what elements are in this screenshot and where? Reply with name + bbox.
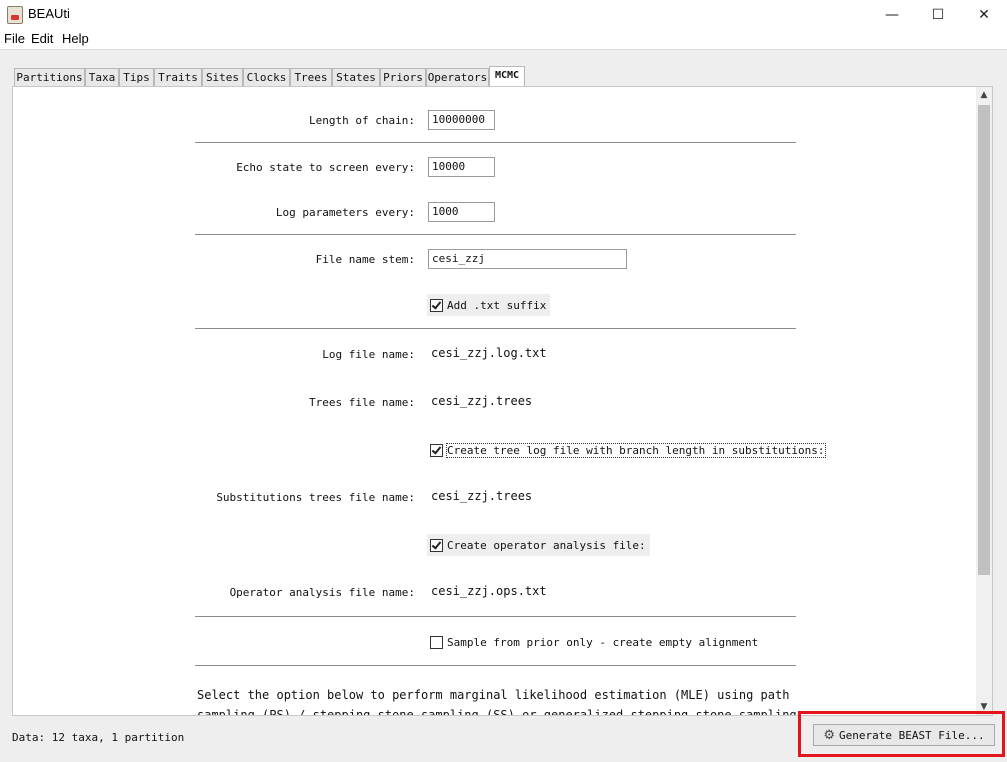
maximize-button[interactable]: ☐ bbox=[915, 0, 961, 30]
substitutions-trees-file-label: Substitutions trees file name: bbox=[216, 491, 415, 504]
echo-state-input[interactable]: 10000 bbox=[428, 157, 495, 177]
mcmc-panel: Length of chain: 10000000 Echo state to … bbox=[12, 86, 993, 716]
vertical-scrollbar[interactable]: ▲ ▼ bbox=[976, 87, 992, 715]
mle-description: Select the option below to perform margi… bbox=[197, 688, 797, 716]
add-txt-suffix-label: Add .txt suffix bbox=[447, 298, 547, 312]
substitutions-trees-file-value: cesi_zzj.trees bbox=[431, 489, 533, 503]
create-operator-analysis-checkbox[interactable]: Create operator analysis file: bbox=[427, 534, 650, 556]
tab-partitions[interactable]: Partitions bbox=[14, 68, 85, 86]
file-name-stem-input[interactable]: cesi_zzj bbox=[428, 249, 627, 269]
tab-clocks[interactable]: Clocks bbox=[243, 68, 290, 86]
add-txt-suffix-checkbox[interactable]: Add .txt suffix bbox=[427, 294, 551, 316]
trees-file-name-label: Trees file name: bbox=[309, 396, 415, 409]
tab-states[interactable]: States bbox=[332, 68, 380, 86]
tab-tips[interactable]: Tips bbox=[119, 68, 154, 86]
section-divider bbox=[195, 616, 796, 617]
tab-priors[interactable]: Priors bbox=[380, 68, 426, 86]
create-operator-analysis-label: Create operator analysis file: bbox=[447, 538, 646, 552]
operator-analysis-file-label: Operator analysis file name: bbox=[229, 586, 415, 599]
scrollbar-thumb[interactable] bbox=[978, 105, 990, 575]
beauti-app-icon bbox=[7, 6, 23, 24]
length-of-chain-label: Length of chain: bbox=[309, 114, 415, 127]
create-tree-log-checkbox[interactable]: Create tree log file with branch length … bbox=[427, 439, 829, 461]
checkbox-icon bbox=[430, 443, 443, 457]
checkbox-icon bbox=[430, 298, 443, 312]
title-bar: BEAUti — ☐ ✕ bbox=[0, 0, 1007, 30]
log-parameters-label: Log parameters every: bbox=[275, 206, 415, 219]
tab-operators[interactable]: Operators bbox=[426, 68, 489, 86]
length-of-chain-input[interactable]: 10000000 bbox=[428, 110, 495, 130]
trees-file-name-value: cesi_zzj.trees bbox=[431, 394, 533, 408]
log-file-name-label: Log file name: bbox=[322, 348, 415, 361]
sample-from-prior-checkbox[interactable]: Sample from prior only - create empty al… bbox=[427, 631, 762, 653]
tab-trees[interactable]: Trees bbox=[290, 68, 332, 86]
tab-traits[interactable]: Traits bbox=[154, 68, 202, 86]
section-divider bbox=[195, 234, 796, 235]
section-divider bbox=[195, 665, 796, 666]
scroll-up-icon[interactable]: ▲ bbox=[976, 87, 992, 103]
close-button[interactable]: ✕ bbox=[961, 0, 1007, 30]
tab-mcmc[interactable]: MCMC bbox=[489, 66, 525, 87]
operator-analysis-file-value: cesi_zzj.ops.txt bbox=[431, 584, 547, 598]
tab-taxa[interactable]: Taxa bbox=[85, 68, 119, 86]
menu-help[interactable]: Help bbox=[62, 31, 89, 46]
log-parameters-input[interactable]: 1000 bbox=[428, 202, 495, 222]
menu-bar: File Edit Help bbox=[0, 30, 1007, 49]
checkbox-icon bbox=[430, 538, 443, 552]
section-divider bbox=[195, 328, 796, 329]
window-title: BEAUti bbox=[28, 6, 70, 21]
log-file-name-value: cesi_zzj.log.txt bbox=[431, 346, 547, 360]
highlight-annotation bbox=[798, 711, 1005, 757]
sample-from-prior-label: Sample from prior only - create empty al… bbox=[447, 635, 759, 649]
checkbox-icon bbox=[430, 635, 443, 649]
menu-file[interactable]: File bbox=[4, 31, 25, 46]
echo-state-label: Echo state to screen every: bbox=[236, 161, 415, 174]
minimize-button[interactable]: — bbox=[869, 0, 915, 30]
section-divider bbox=[195, 142, 796, 143]
create-tree-log-label: Create tree log file with branch length … bbox=[446, 442, 826, 458]
tab-sites[interactable]: Sites bbox=[202, 68, 243, 86]
menu-edit[interactable]: Edit bbox=[31, 31, 53, 46]
status-text: Data: 12 taxa, 1 partition bbox=[12, 731, 185, 744]
file-name-stem-label: File name stem: bbox=[315, 253, 415, 266]
